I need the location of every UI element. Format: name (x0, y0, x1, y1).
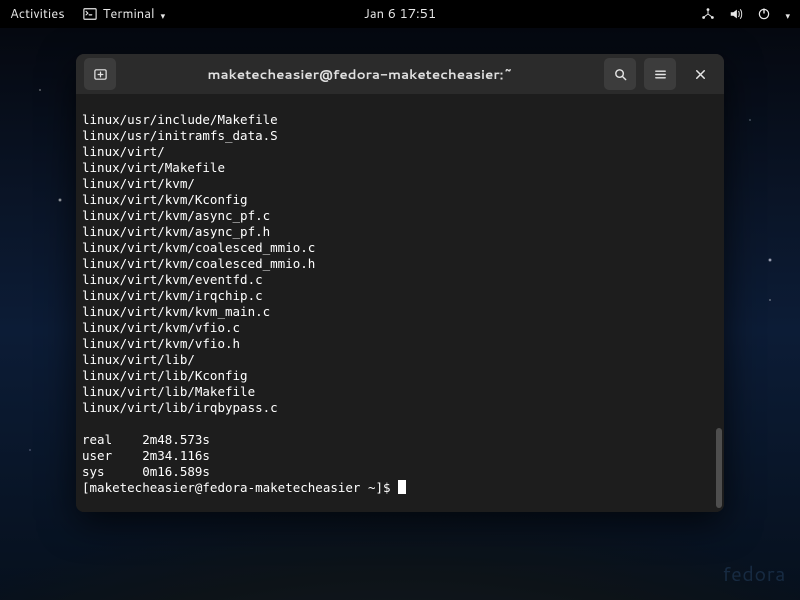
clock[interactable]: Jan 6 17:51 (364, 5, 436, 23)
status-area[interactable]: ▾ (701, 7, 790, 21)
app-menu-label: Terminal (103, 5, 155, 23)
app-menu[interactable]: Terminal ▾ (83, 5, 165, 23)
volume-icon (729, 7, 743, 21)
time-sys: sys 0m16.589s (82, 464, 210, 479)
hamburger-menu-button[interactable] (644, 58, 676, 90)
time-user: user 2m34.116s (82, 448, 210, 463)
search-button[interactable] (604, 58, 636, 90)
time-real: real 2m48.573s (82, 432, 210, 447)
network-icon (701, 7, 715, 21)
window-title: maketecheasier@fedora-maketecheasier:~ (124, 65, 596, 84)
shell-prompt: [maketecheasier@fedora-maketecheasier ~]… (82, 480, 398, 495)
dropdown-triangle-icon: ▾ (785, 9, 790, 22)
terminal-output[interactable]: linux/usr/include/Makefile linux/usr/ini… (76, 94, 724, 512)
terminal-app-icon (83, 7, 97, 21)
close-button[interactable] (684, 58, 716, 90)
power-icon (757, 7, 771, 21)
gnome-top-bar: Activities Terminal ▾ Jan 6 17:51 ▾ (0, 0, 800, 28)
scrollbar-thumb[interactable] (716, 428, 722, 508)
fedora-watermark: fedora (723, 560, 786, 588)
terminal-window: maketecheasier@fedora-maketecheasier:~ l… (76, 54, 724, 512)
new-tab-button[interactable] (84, 58, 116, 90)
text-cursor (398, 480, 406, 494)
activities-button[interactable]: Activities (10, 5, 65, 23)
dropdown-triangle-icon: ▾ (161, 9, 166, 22)
scrollbar[interactable] (716, 96, 722, 510)
terminal-titlebar[interactable]: maketecheasier@fedora-maketecheasier:~ (76, 54, 724, 94)
